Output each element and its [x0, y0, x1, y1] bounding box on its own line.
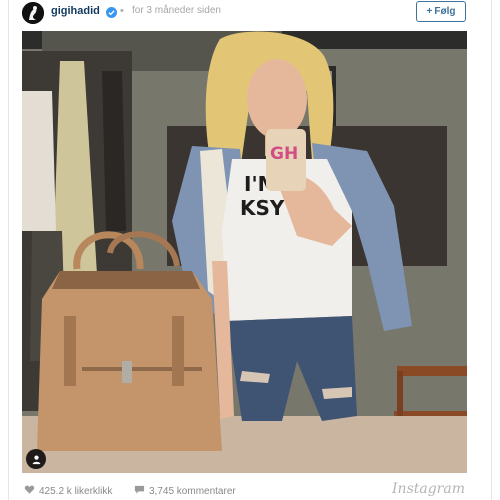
- post-timestamp[interactable]: for 3 måneder siden: [132, 5, 221, 16]
- post-footer: 425.2 k likerklikk 3,745 kommentarer Ins…: [22, 481, 467, 499]
- likes-label: 425.2 k likerklikk: [39, 485, 113, 497]
- likes-count[interactable]: 425.2 k likerklikk: [24, 484, 112, 498]
- user-tag-icon[interactable]: [26, 449, 46, 469]
- comments-count[interactable]: 3,745 kommentarer: [134, 484, 236, 498]
- plus-icon: +: [426, 6, 433, 17]
- follow-button[interactable]: + Følg: [416, 1, 466, 22]
- heart-icon: [24, 484, 35, 498]
- user-avatar-icon: [22, 2, 44, 24]
- instagram-logo[interactable]: Instagram: [392, 481, 465, 497]
- phone-case-text: GH: [270, 144, 298, 164]
- follow-label: Følg: [434, 6, 456, 17]
- post-photo[interactable]: I'M KSY GH: [22, 31, 467, 473]
- comments-label: 3,745 kommentarer: [149, 485, 236, 497]
- avatar[interactable]: [22, 2, 44, 24]
- separator-dot: •: [120, 5, 124, 17]
- comment-bubble-icon: [134, 484, 145, 498]
- shirt-text-line2: KSY: [240, 196, 285, 220]
- username-link[interactable]: gigihadid: [51, 5, 100, 17]
- post-header: gigihadid • for 3 måneder siden + Følg: [8, 0, 492, 26]
- mirror-selfie-image: I'M KSY GH: [22, 31, 467, 473]
- verified-badge-icon: [106, 5, 117, 18]
